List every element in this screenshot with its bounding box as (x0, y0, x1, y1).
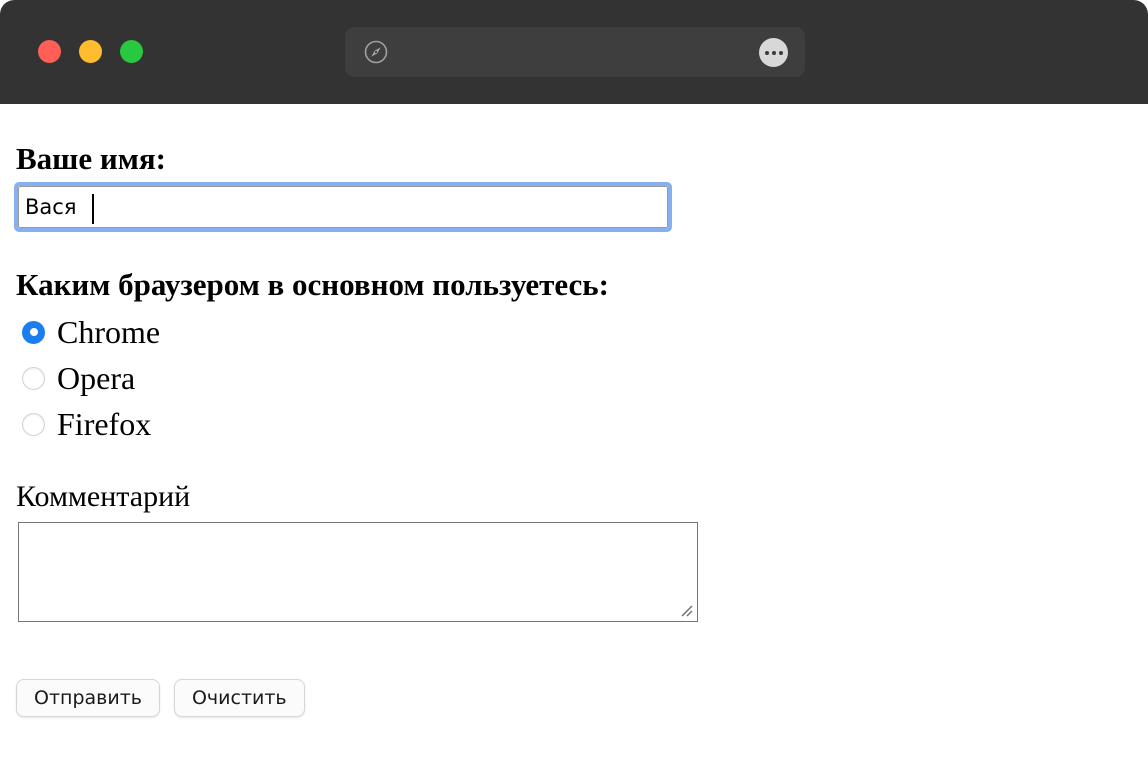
traffic-light-controls (38, 40, 143, 63)
comment-textarea[interactable] (18, 522, 698, 622)
name-input-focus-ring (14, 182, 672, 232)
radio-label-opera: Opera (57, 360, 136, 396)
radio-option-opera[interactable]: Opera (22, 355, 542, 401)
radio-label-chrome: Chrome (57, 314, 161, 350)
ellipsis-dot-2 (771, 50, 776, 55)
name-input[interactable] (18, 186, 668, 228)
form-button-row: Отправить Очистить (16, 679, 305, 717)
browser-window: Ваше имя: Каким браузером в основном пол… (0, 0, 1148, 760)
address-bar[interactable] (345, 27, 805, 77)
radio-mark-opera[interactable] (22, 366, 45, 390)
title-bar (0, 0, 1148, 104)
comment-field-label: Комментарий (16, 480, 191, 513)
radio-option-chrome[interactable]: Chrome (22, 309, 542, 355)
more-ellipsis-icon[interactable] (759, 38, 788, 67)
maximize-window-button[interactable] (120, 40, 143, 63)
browser-radio-group: Chrome Opera Firefox (22, 309, 542, 447)
browser-question-heading: Каким браузером в основном пользуетесь: (16, 267, 609, 302)
safari-compass-icon (363, 39, 389, 65)
ellipsis-dot-1 (764, 50, 769, 55)
submit-button[interactable]: Отправить (16, 679, 160, 717)
radio-label-firefox: Firefox (57, 406, 152, 442)
close-window-button[interactable] (38, 40, 61, 63)
reset-button[interactable]: Очистить (173, 679, 305, 717)
radio-mark-firefox[interactable] (22, 412, 45, 436)
radio-mark-chrome[interactable] (22, 320, 45, 344)
text-caret (92, 194, 94, 224)
minimize-window-button[interactable] (79, 40, 102, 63)
name-field-heading: Ваше имя: (16, 141, 166, 176)
page-content: Ваше имя: Каким браузером в основном пол… (0, 104, 1148, 760)
radio-option-firefox[interactable]: Firefox (22, 401, 542, 447)
ellipsis-dot-3 (778, 50, 783, 55)
